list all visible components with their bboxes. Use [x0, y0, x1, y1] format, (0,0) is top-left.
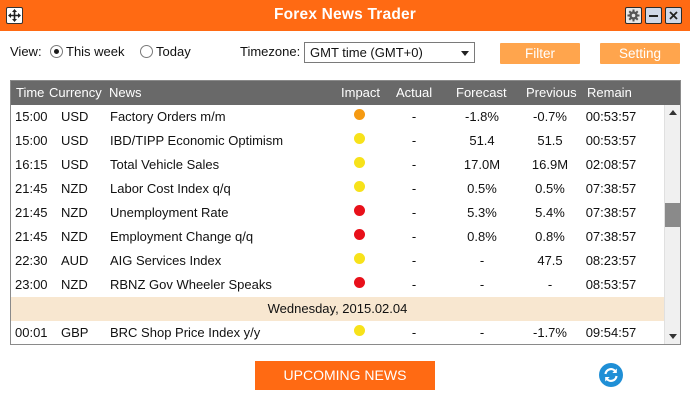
cell-news: Employment Change q/q: [110, 229, 254, 244]
title-bar: Forex News Trader: [0, 0, 690, 31]
upcoming-news-button[interactable]: UPCOMING NEWS: [255, 361, 435, 390]
table-row[interactable]: 23:00 NZD RBNZ Gov Wheeler Speaks - - -08:53:…: [11, 273, 664, 297]
cell-currency: NZD: [61, 205, 88, 220]
scrollbar-thumb[interactable]: [665, 203, 680, 227]
cell-news: IBD/TIPP Economic Optimism: [110, 133, 284, 148]
col-remain[interactable]: Remain: [587, 85, 632, 100]
cell-news: AIG Services Index: [110, 253, 222, 268]
cell-currency: NZD: [61, 229, 88, 244]
table-row[interactable]: 15:00 USD Factory Orders m/m - -1.8% -0.7% 00:…: [11, 105, 664, 129]
timezone-select[interactable]: GMT time (GMT+0): [304, 42, 475, 63]
cell-news: BRC Shop Price Index y/y: [110, 325, 261, 340]
impact-yellow-icon: [354, 181, 365, 192]
impact-yellow-icon: [354, 133, 365, 144]
table-row[interactable]: 16:15 USD Total Vehicle Sales -17.0M 16.9M 02…: [11, 153, 664, 177]
impact-yellow-icon: [354, 325, 365, 336]
cell-news: Factory Orders m/m: [110, 109, 226, 124]
cell-currency: USD: [61, 109, 89, 124]
news-table: Time Currency News Impact Actual Forecas…: [10, 80, 681, 345]
col-previous[interactable]: Previous: [526, 85, 577, 100]
scroll-down-icon[interactable]: [669, 334, 677, 339]
cell-time: 15:00: [15, 133, 48, 148]
col-impact[interactable]: Impact: [341, 85, 380, 100]
cell-time: 16:15: [15, 157, 48, 172]
impact-yellow-icon: [354, 253, 365, 264]
cell-time: 23:00: [15, 277, 48, 292]
table-row[interactable]: 21:45 NZD Employment Change q/q -0.8% 0.8% 07…: [11, 225, 664, 249]
cell-currency: NZD: [61, 277, 88, 292]
cell-remain: 09:54:57: [585, 325, 637, 340]
timezone-value: GMT time (GMT+0): [310, 45, 423, 60]
cell-news: Total Vehicle Sales: [110, 157, 220, 172]
cell-remain: 02:08:57: [585, 157, 637, 172]
col-time[interactable]: Time: [16, 85, 44, 100]
cell-remain: 08:53:57: [585, 277, 637, 292]
setting-button[interactable]: Setting: [600, 43, 680, 64]
cell-news: RBNZ Gov Wheeler Speaks: [110, 277, 272, 292]
col-news[interactable]: News: [109, 85, 142, 100]
radio-today-label[interactable]: Today: [156, 44, 191, 59]
impact-red-icon: [354, 229, 365, 240]
impact-yellow-icon: [354, 157, 365, 168]
refresh-icon[interactable]: [598, 362, 624, 388]
window-title: Forex News Trader: [273, 6, 417, 23]
cell-time: 21:45: [15, 181, 48, 196]
impact-red-icon: [354, 277, 365, 288]
scrollbar[interactable]: [664, 105, 680, 344]
table-row[interactable]: 15:00 USD IBD/TIPP Economic Optimism -51.4 5…: [11, 129, 664, 153]
table-row[interactable]: 21:45 NZD Labor Cost Index q/q -0.5% 0.5% 07:…: [11, 177, 664, 201]
cell-currency: AUD: [61, 253, 89, 268]
cell-remain: 07:38:57: [585, 181, 637, 196]
table-row[interactable]: 22:30 AUD AIG Services Index - -47.5 08:23:57: [11, 249, 664, 273]
cell-currency: USD: [61, 157, 89, 172]
date-separator-row: Wednesday, 2015.02.04: [11, 297, 664, 321]
cell-time: 21:45: [15, 229, 48, 244]
cell-time: 00:01: [15, 325, 48, 340]
radio-this-week-label[interactable]: This week: [66, 44, 125, 59]
cell-remain: 07:38:57: [585, 205, 637, 220]
chevron-down-icon: [461, 51, 469, 56]
close-icon[interactable]: [665, 7, 682, 24]
cell-currency: GBP: [61, 325, 89, 340]
filter-button[interactable]: Filter: [500, 43, 580, 64]
gear-icon[interactable]: [625, 7, 642, 24]
cell-time: 22:30: [15, 253, 48, 268]
table-header: Time Currency News Impact Actual Forecas…: [11, 81, 680, 105]
impact-red-icon: [354, 205, 365, 216]
cell-currency: USD: [61, 133, 89, 148]
impact-orange-icon: [354, 109, 365, 120]
cell-time: 15:00: [15, 109, 48, 124]
cell-remain: 00:53:57: [585, 133, 637, 148]
radio-today[interactable]: [140, 45, 153, 58]
cell-news: Labor Cost Index q/q: [110, 181, 231, 196]
cell-remain: 00:53:57: [585, 109, 637, 124]
table-row[interactable]: 00:01 GBP BRC Shop Price Index y/y - - -1.7% 0…: [11, 321, 664, 344]
minimize-icon[interactable]: [645, 7, 662, 24]
cell-remain: 08:23:57: [585, 253, 637, 268]
timezone-label: Timezone:: [240, 44, 301, 59]
cell-news: Unemployment Rate: [110, 205, 229, 220]
scroll-up-icon[interactable]: [669, 110, 677, 115]
col-forecast[interactable]: Forecast: [456, 85, 507, 100]
col-currency[interactable]: Currency: [49, 85, 102, 100]
table-row[interactable]: 21:45 NZD Unemployment Rate -5.3% 5.4% 07:38:…: [11, 201, 664, 225]
col-actual[interactable]: Actual: [396, 85, 432, 100]
cell-time: 21:45: [15, 205, 48, 220]
cell-remain: 07:38:57: [585, 229, 637, 244]
view-label: View:: [10, 44, 42, 59]
cell-currency: NZD: [61, 181, 88, 196]
radio-this-week[interactable]: [50, 45, 63, 58]
